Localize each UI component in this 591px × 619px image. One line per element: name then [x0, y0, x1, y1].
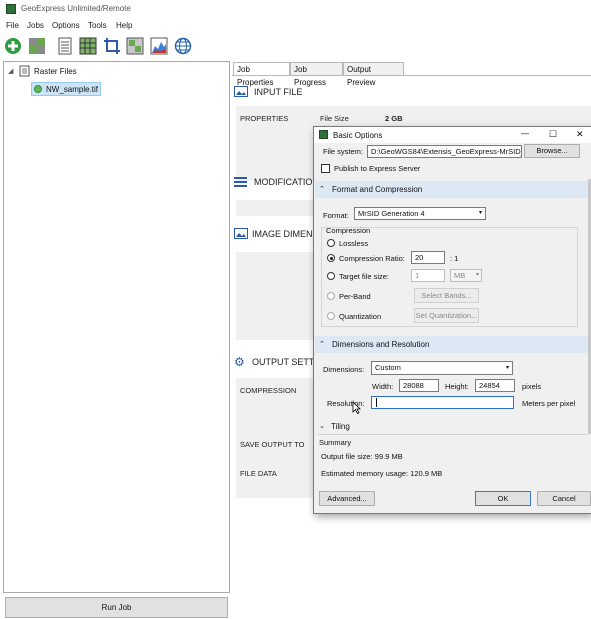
mosaic-icon[interactable]: [125, 36, 145, 56]
raster-icon[interactable]: [27, 36, 47, 56]
target-size-radio[interactable]: [327, 272, 335, 280]
advanced-button[interactable]: Advanced...: [319, 491, 375, 506]
menu-options[interactable]: Options: [52, 21, 80, 30]
pixels-label: pixels: [522, 382, 542, 391]
text-cursor: [376, 398, 377, 407]
expand-arrow-icon[interactable]: ◢: [8, 67, 13, 75]
format-compression-header[interactable]: ⌃ Format and Compression: [315, 181, 588, 198]
file-system-field[interactable]: D:\GeoWGS84\Extensis_GeoExpress-MrSID_\: [367, 145, 522, 158]
chevron-down-icon: ▾: [475, 272, 479, 278]
meters-per-pixel-label: Meters per pixel: [522, 399, 576, 408]
target-unit-value: MB: [454, 271, 466, 280]
summary-label: Summary: [319, 438, 352, 447]
dimensions-label: Dimensions:: [323, 365, 365, 374]
per-band-radio[interactable]: [327, 292, 335, 300]
globe-icon[interactable]: [173, 36, 193, 56]
menu-file[interactable]: File: [6, 21, 19, 30]
target-unit-select[interactable]: MB ▾: [450, 269, 482, 282]
publish-label: Publish to Express Server: [334, 164, 421, 173]
target-size-label: Target file size:: [339, 272, 390, 281]
dims-resolution-header[interactable]: ⌃ Dimensions and Resolution: [315, 336, 588, 353]
compression-ratio-label: Compression Ratio:: [339, 254, 405, 263]
compression-group-label: Compression: [326, 226, 371, 235]
chevron-up-icon: ⌃: [319, 186, 325, 193]
compression-label: COMPRESSION: [240, 386, 297, 395]
ratio-suffix: : 1: [450, 254, 459, 263]
chevron-down-icon: ▾: [478, 210, 482, 216]
run-job-button[interactable]: Run Job: [5, 597, 228, 618]
cancel-button[interactable]: Cancel: [537, 491, 591, 506]
chevron-down-icon: ▾: [505, 365, 509, 371]
image-dimensions-heading: IMAGE DIMENSI: [252, 229, 322, 239]
properties-label: PROPERTIES: [240, 114, 289, 123]
menu-tools[interactable]: Tools: [88, 21, 107, 30]
chevron-up-icon: ⌃: [319, 341, 325, 348]
modification-heading: MODIFICATION: [254, 177, 319, 187]
set-quantization-button[interactable]: Set Quantization...: [414, 308, 479, 323]
dimensions-select[interactable]: Custom ▾: [371, 361, 513, 375]
quantization-radio[interactable]: [327, 312, 335, 320]
tab-job-properties[interactable]: Job Properties: [233, 62, 290, 87]
app-icon: [6, 4, 16, 14]
per-band-label: Per-Band: [339, 292, 371, 301]
format-select[interactable]: MrSID Generation 4 ▾: [354, 207, 486, 220]
gear-icon: ⚙: [234, 355, 245, 369]
format-select-value: MrSID Generation 4: [358, 209, 425, 218]
window-title: GeoExpress Unlimited/Remote: [21, 4, 131, 13]
height-input[interactable]: 24854: [475, 379, 515, 392]
status-dot-icon: [34, 85, 42, 93]
grid-icon[interactable]: [78, 36, 98, 56]
width-label: Width:: [372, 382, 394, 391]
maximize-button[interactable]: ☐: [549, 129, 557, 140]
menu-jobs[interactable]: Jobs: [27, 21, 44, 30]
basic-options-dialog: Basic Options — ☐ ✕ File system: D:\GeoW…: [313, 126, 591, 514]
dialog-title: Basic Options: [333, 131, 383, 140]
menu-help[interactable]: Help: [116, 21, 132, 30]
raster-tree-panel: [3, 61, 230, 593]
publish-checkbox[interactable]: [321, 164, 330, 173]
dimensions-value: Custom: [375, 363, 401, 372]
quantization-label: Quantization: [339, 312, 382, 321]
document-icon[interactable]: [55, 36, 75, 56]
compression-ratio-radio[interactable]: [327, 254, 335, 262]
width-input[interactable]: 28088: [399, 379, 439, 392]
raster-files-icon: [19, 65, 30, 79]
close-button[interactable]: ✕: [576, 129, 584, 140]
dims-resolution-title: Dimensions and Resolution: [332, 340, 430, 349]
mouse-pointer-icon: [352, 401, 361, 416]
add-icon[interactable]: [3, 36, 23, 56]
ok-button[interactable]: OK: [475, 491, 531, 506]
file-system-label: File system:: [323, 147, 364, 156]
crop-icon[interactable]: [102, 36, 122, 56]
list-icon: [234, 177, 247, 189]
image-icon: [234, 86, 248, 99]
browse-button[interactable]: Browse...: [524, 144, 580, 158]
output-size-text: Output file size: 99.9 MB: [321, 452, 403, 461]
target-size-input[interactable]: 1: [411, 269, 445, 282]
tree-file-label[interactable]: NW_sample.tif: [46, 85, 98, 94]
image-dimensions-icon: [234, 228, 248, 241]
height-label: Height:: [445, 382, 469, 391]
minimize-button[interactable]: —: [521, 129, 529, 138]
tab-job-progress[interactable]: Job Progress: [290, 62, 343, 87]
memory-usage-text: Estimated memory usage: 120.9 MB: [321, 469, 443, 478]
chevron-down-icon[interactable]: ⌄: [319, 422, 325, 430]
file-data-label: FILE DATA: [240, 469, 277, 478]
dialog-app-icon: [319, 130, 328, 139]
save-output-label: SAVE OUTPUT TO: [240, 440, 305, 449]
tree-root-label[interactable]: Raster Files: [34, 67, 77, 76]
format-compression-title: Format and Compression: [332, 185, 423, 194]
lossless-label: Lossless: [339, 239, 369, 248]
lossless-radio[interactable]: [327, 239, 335, 247]
tiling-header[interactable]: Tiling: [331, 422, 350, 431]
ratio-input[interactable]: 20: [411, 251, 445, 264]
histogram-icon[interactable]: [149, 36, 169, 56]
format-label: Format:: [323, 211, 349, 220]
input-file-heading: INPUT FILE: [254, 87, 303, 97]
select-bands-button[interactable]: Select Bands...: [414, 288, 479, 303]
file-size-label: File Size: [320, 114, 349, 123]
resolution-input[interactable]: [371, 396, 514, 409]
file-size-value: 2 GB: [385, 114, 403, 123]
tab-output-preview[interactable]: Output Preview: [343, 62, 404, 87]
